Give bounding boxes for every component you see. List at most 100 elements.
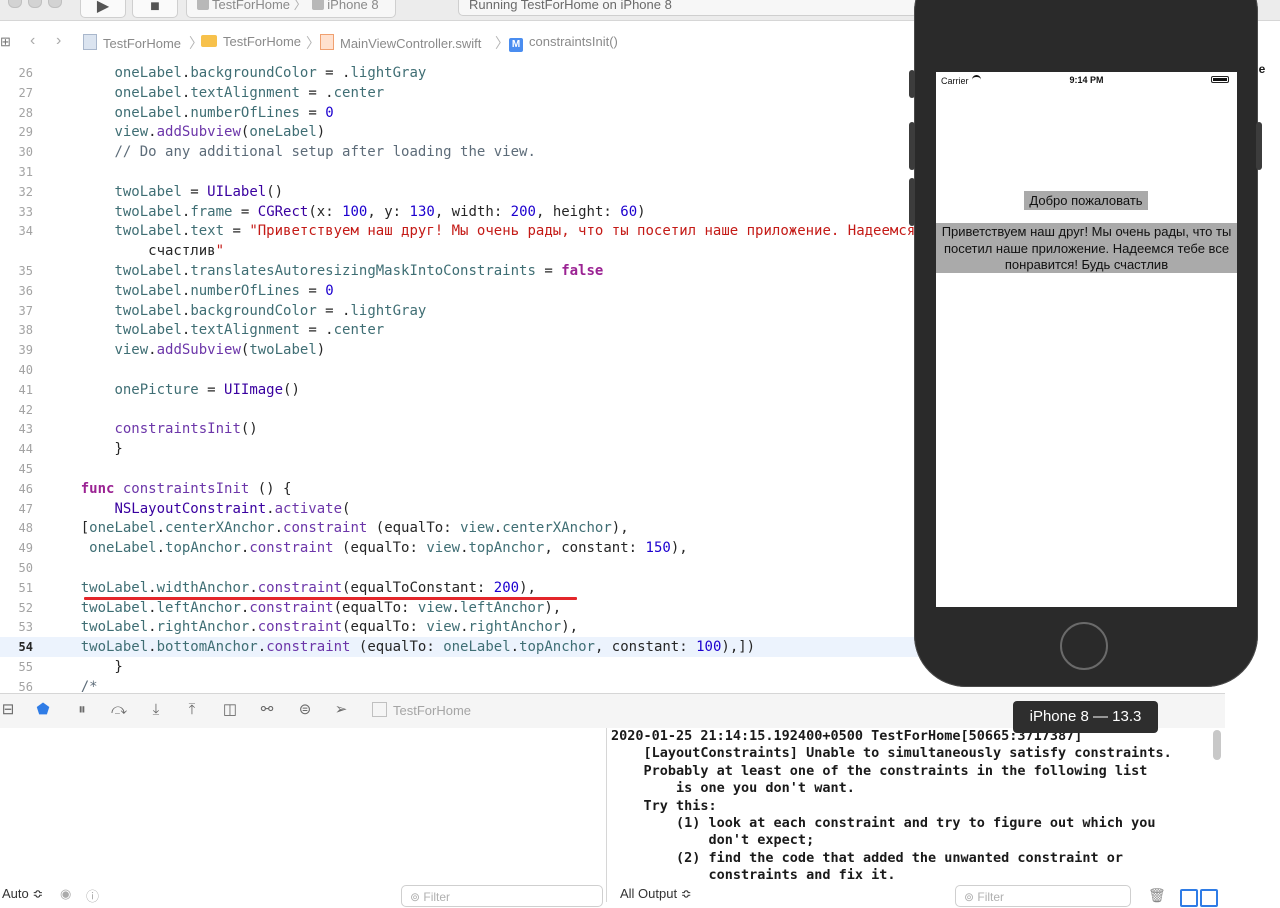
variables-filter-input[interactable]: ⊚ Filter	[401, 885, 603, 907]
line-number: 38	[18, 323, 33, 338]
line-number: 39	[18, 343, 33, 358]
line-number: 41	[18, 382, 33, 397]
code-text: oneLabel.numberOfLines = 0	[114, 104, 334, 121]
line-number: 30	[18, 145, 33, 160]
line-number: 54	[18, 640, 33, 655]
close-window-button[interactable]	[8, 0, 22, 8]
eye-icon[interactable]: ◉	[60, 886, 71, 902]
minimize-window-button[interactable]	[28, 0, 42, 8]
line-number: 40	[18, 363, 33, 377]
output-selector[interactable]: All Output ≎	[620, 886, 692, 902]
line-number: 27	[18, 85, 33, 100]
line-number: 46	[18, 481, 33, 496]
console-filter-input[interactable]: ⊚ Filter	[955, 885, 1131, 907]
code-text: // Do any additional setup after loading…	[114, 144, 536, 161]
code-text: view.addSubview(twoLabel)	[114, 342, 326, 359]
home-button[interactable]	[1060, 622, 1108, 670]
line-number: 33	[18, 204, 33, 219]
simulator-device-tooltip: iPhone 8 — 13.3	[1013, 701, 1158, 733]
code-text: twoLabel.leftAnchor.constraint(equalTo: …	[80, 599, 562, 616]
breadcrumb-symbol[interactable]: MconstraintsInit()	[509, 34, 618, 52]
line-number: 44	[18, 442, 33, 457]
simulator-screen[interactable]: Carrier 9:14 PM Добро пожаловать Приветс…	[936, 72, 1237, 607]
breadcrumb-separator: 〉	[495, 35, 509, 51]
back-arrow-icon[interactable]: ‹	[30, 32, 35, 50]
code-text: NSLayoutConstraint.activate(	[114, 500, 351, 517]
simulate-location-icon[interactable]: ➢	[333, 702, 349, 718]
code-text: twoLabel.text = "Приветствуем наш друг! …	[114, 223, 916, 240]
show-variables-icon[interactable]	[1180, 889, 1198, 907]
battery-icon	[1211, 76, 1229, 83]
run-button[interactable]: ▶	[80, 0, 126, 18]
step-out-icon[interactable]: ⤒	[184, 702, 200, 718]
trash-icon[interactable]: 🗑	[1148, 887, 1166, 904]
environment-overrides-icon[interactable]: ⊜	[297, 702, 313, 718]
related-items-icon[interactable]: ⊞	[0, 34, 11, 50]
line-number: 50	[18, 561, 33, 575]
step-over-icon[interactable]: ⤼	[111, 702, 127, 718]
stop-button[interactable]: ■	[132, 0, 178, 18]
play-icon: ▶	[96, 0, 110, 15]
console-line: Try this:	[611, 797, 717, 814]
chevron-right-icon: 〉	[293, 0, 307, 12]
console-output[interactable]: 2020-01-25 21:14:15.192400+0500 TestForH…	[607, 728, 1225, 902]
code-text: }	[47, 659, 123, 675]
console-scrollbar[interactable]	[1213, 730, 1221, 760]
breadcrumb-file[interactable]: MainViewController.swift	[320, 34, 481, 51]
code-text: view.addSubview(oneLabel)	[114, 124, 326, 141]
code-text: oneLabel.topAnchor.constraint (equalTo: …	[89, 540, 688, 557]
view-hierarchy-icon[interactable]: ◫	[222, 702, 238, 718]
line-number: 31	[18, 165, 33, 179]
line-number: 55	[18, 660, 33, 674]
line-number: 47	[18, 501, 33, 516]
breadcrumb-group[interactable]: TestForHome	[201, 34, 301, 49]
folder-icon	[201, 35, 217, 47]
one-label: Добро пожаловать	[1024, 191, 1148, 210]
line-number: 51	[18, 580, 33, 595]
annotation-underline	[84, 597, 577, 600]
activity-status: Running TestForHome on iPhone 8	[458, 0, 918, 16]
console-line: (1) look at each constraint and try to f…	[611, 815, 1156, 831]
show-console-icon[interactable]	[1200, 889, 1218, 907]
debug-target: TestForHome	[372, 702, 471, 718]
mute-switch	[909, 70, 915, 98]
breakpoints-toggle-icon[interactable]: ⬟	[35, 702, 51, 718]
two-label: Приветствуем наш друг! Мы очень рады, чт…	[936, 223, 1237, 273]
line-number: 34	[18, 224, 33, 239]
power-button	[1256, 122, 1262, 170]
code-text: twoLabel.numberOfLines = 0	[114, 282, 334, 299]
code-text: onePicture = UIImage()	[114, 381, 300, 398]
line-number: 32	[18, 184, 33, 199]
line-number: 37	[18, 303, 33, 318]
target-icon	[372, 702, 387, 717]
line-number: 45	[18, 462, 33, 476]
console-line: (2) find the code that added the unwante…	[611, 849, 1124, 866]
line-number: 48	[18, 521, 33, 536]
zoom-window-button[interactable]	[48, 0, 62, 8]
line-number: 36	[18, 283, 33, 298]
variables-scope-selector[interactable]: Auto ≎	[2, 886, 43, 902]
memory-graph-icon[interactable]: ⚯	[259, 702, 275, 718]
console-line: don't expect;	[611, 832, 815, 849]
code-text: twoLabel.textAlignment = .center	[114, 322, 385, 339]
info-icon[interactable]: ⓘ	[86, 886, 99, 905]
code-text: счастлив"	[47, 243, 225, 260]
scheme-selector[interactable]: TestForHome 〉 iPhone 8	[186, 0, 396, 18]
console-line: is one you don't want.	[611, 780, 855, 797]
pause-icon[interactable]: ⏸	[74, 702, 90, 718]
console-line: [LayoutConstraints] Unable to simultaneo…	[611, 745, 1172, 762]
code-text: twoLabel.frame = CGRect(x: 100, y: 130, …	[114, 203, 646, 220]
breadcrumb-project[interactable]: TestForHome	[83, 34, 181, 51]
breadcrumb-separator: 〉	[306, 35, 320, 51]
app-target-icon	[197, 0, 209, 10]
forward-arrow-icon[interactable]: ›	[56, 32, 61, 50]
line-number: 35	[18, 264, 33, 278]
code-text: /*	[80, 678, 98, 692]
variables-view[interactable]	[0, 728, 607, 902]
hide-debug-area-icon[interactable]: ⊟	[0, 702, 16, 718]
code-text: twoLabel.bottomAnchor.constraint (equalT…	[80, 639, 756, 656]
method-icon: M	[509, 38, 523, 52]
console-line: Probably at least one of the constraints…	[611, 762, 1148, 779]
step-into-icon[interactable]: ⤓	[148, 702, 164, 718]
code-text: }	[47, 441, 123, 458]
